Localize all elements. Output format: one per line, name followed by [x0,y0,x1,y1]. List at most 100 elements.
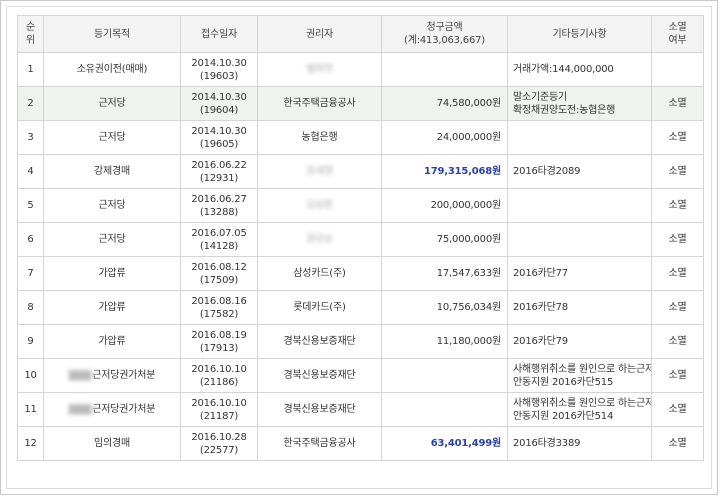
cell-receipt: 2016.10.28 (22577) [180,426,258,461]
cell-rank: 2 [17,86,44,121]
receipt-date: 2016.10.10 [191,397,247,409]
cell-extinct: 소멸 [651,222,704,257]
etc-line: 안동지원 2016카단515 [513,376,614,388]
claim-amount: 10,756,034원 [436,302,501,313]
cell-holder: 권규순 [257,222,382,257]
purpose-text: 가압류 [98,268,126,279]
cell-etc: 말소기준등기 확정채권양도전:농협은행 [507,86,652,121]
cell-amount [381,52,508,87]
cell-amount [381,358,508,393]
receipt-number: (12931) [199,172,239,184]
etc-line: 2016카단79 [513,336,568,347]
redacted-holder: 권세영 [306,166,333,177]
header-purpose: 등기목적 [43,15,181,53]
cell-holder: 엘파연 [257,52,382,87]
cell-rank: 1 [17,52,44,87]
cell-receipt: 2014.10.30 (19605) [180,120,258,155]
cell-extinct: 소멸 [651,358,704,393]
claim-amount: 11,180,000원 [436,336,501,347]
claim-amount: 200,000,000원 [430,200,502,211]
cell-extinct: 소멸 [651,290,704,325]
purpose-text: 임의경매 [94,438,130,449]
etc-line: 2016카단77 [513,268,568,279]
header-holder: 권리자 [257,15,382,53]
cell-extinct [651,52,704,87]
purpose-text: 가압류 [98,336,126,347]
cell-extinct: 소멸 [651,426,704,461]
cell-rank: 11 [17,392,44,427]
cell-receipt: 2016.07.05 (14128) [180,222,258,257]
header-row: 순 위 등기목적 접수일자 권리자 청구금액 (계:413,063,667) 기… [17,15,704,53]
cell-holder: 경북신용보증재단 [257,392,382,427]
receipt-number: (19603) [199,70,239,82]
table-row: 9 가압류 2016.08.19 (17913) 경북신용보증재단 11,180,000원… [17,324,704,359]
receipt-date: 2014.10.30 [191,91,247,103]
cell-purpose: 임의경매 [43,426,181,461]
receipt-date: 2016.08.16 [191,295,247,307]
cell-amount: 11,180,000원 [381,324,508,359]
redacted-holder: 엘파연 [306,64,333,75]
redacted-name: ▇▇▇ [68,404,92,415]
holder-text: 롯데카드(주) [293,302,346,313]
receipt-number: (21186) [199,376,239,388]
etc-line: 2016타경3389 [513,438,581,449]
cell-etc: 사해행위취소를 원인으로 하는근저당권말소등기청구권,안동지원 2016카단51… [507,392,652,427]
redacted-name: ▇▇▇ [68,370,92,381]
cell-receipt: 2016.06.27 (13288) [180,188,258,223]
etc-line: 확정채권양도전:농협은행 [513,104,616,116]
purpose-text: 근저당권가처분 [92,370,156,381]
etc-line: 거래가액:144,000,000 [513,64,614,75]
receipt-date: 2016.10.10 [191,363,247,375]
cell-purpose: ▇▇▇근저당권가처분 [43,392,181,427]
receipt-date: 2014.10.30 [191,57,247,69]
cell-rank: 10 [17,358,44,393]
table-row: 4 강제경매 2016.06.22 (12931) 권세영 179,315,068원 201… [17,154,704,189]
claim-amount: 75,000,000원 [436,234,501,245]
receipt-date: 2016.06.22 [191,159,247,171]
receipt-date: 2016.07.05 [191,227,247,239]
receipt-date: 2016.08.19 [191,329,247,341]
claim-amount: 63,401,499원 [430,438,501,449]
cell-receipt: 2014.10.30 (19604) [180,86,258,121]
purpose-text: 가압류 [98,302,126,313]
cell-etc: 사해행위취소를 원인으로 하는근저당권말소등기청구권,안동지원 2016카단51… [507,358,652,393]
cell-purpose: 근저당 [43,222,181,257]
cell-rank: 4 [17,154,44,189]
cell-extinct: 소멸 [651,120,704,155]
cell-amount: 24,000,000원 [381,120,508,155]
receipt-number: (17913) [199,342,239,354]
table-row: 3 근저당 2014.10.30 (19605) 농협은행 24,000,000원 소멸 [17,120,704,155]
holder-text: 농협은행 [301,132,338,143]
cell-etc: 2016타경3389 [507,426,652,461]
holder-text: 경북신용보증재단 [283,336,356,347]
claim-amount: 179,315,068원 [423,166,501,177]
header-rank: 순 위 [17,15,44,53]
claim-amount: 74,580,000원 [436,98,501,109]
cell-extinct: 소멸 [651,188,704,223]
cell-receipt: 2016.08.19 (17913) [180,324,258,359]
table-row: 5 근저당 2016.06.27 (13288) 김성훈 200,000,000원 소멸 [17,188,704,223]
holder-text: 경북신용보증재단 [283,404,356,415]
receipt-number: (22577) [199,444,239,456]
receipt-number: (21187) [199,410,239,422]
cell-amount: 17,547,633원 [381,256,508,291]
receipt-number: (17509) [199,274,239,286]
cell-purpose: 소유권이전(매매) [43,52,181,87]
etc-line: 2016카단78 [513,302,568,313]
receipt-date: 2016.06.27 [191,193,247,205]
cell-receipt: 2016.08.12 (17509) [180,256,258,291]
etc-line: 사해행위취소를 원인으로 하는근저당권말소등기청구권, [513,397,651,409]
cell-holder: 한국주택금융공사 [257,86,382,121]
etc-line: 2016타경2089 [513,166,581,177]
holder-text: 삼성카드(주) [293,268,346,279]
table-row: 2 근저당 2014.10.30 (19604) 한국주택금융공사 74,580,000원… [17,86,704,121]
cell-extinct: 소멸 [651,86,704,121]
holder-text: 한국주택금융공사 [283,438,356,449]
cell-extinct: 소멸 [651,392,704,427]
cell-holder: 경북신용보증재단 [257,358,382,393]
cell-etc: 2016카단79 [507,324,652,359]
table-row: 6 근저당 2016.07.05 (14128) 권규순 75,000,000원 소멸 [17,222,704,257]
redacted-holder: 김성훈 [306,200,333,211]
cell-rank: 8 [17,290,44,325]
cell-purpose: ▇▇▇근저당권가처분 [43,358,181,393]
